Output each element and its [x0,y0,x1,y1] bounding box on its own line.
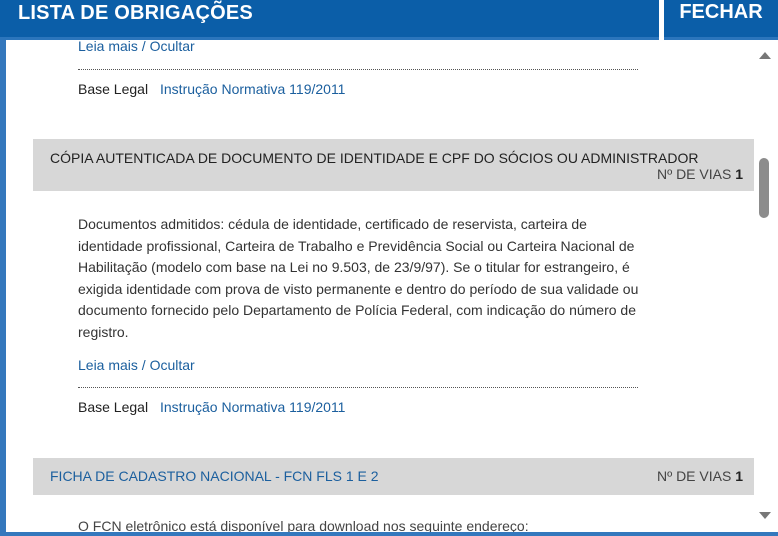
obligation-header[interactable]: FICHA DE CADASTRO NACIONAL - FCN FLS 1 E… [33,458,754,495]
title-bar: LISTA DE OBRIGAÇÕES [0,0,659,40]
base-legal-label: Base Legal [78,81,149,97]
obligation-title: CÓPIA AUTENTICADA DE DOCUMENTO DE IDENTI… [50,150,699,166]
vias-count: Nº DE VIAS 1 [656,468,743,484]
base-legal-link[interactable]: Instrução Normativa 119/2011 [160,399,345,415]
obligation-header[interactable]: CÓPIA AUTENTICADA DE DOCUMENTO DE IDENTI… [33,139,754,191]
page-title: LISTA DE OBRIGAÇÕES [18,2,253,24]
scroll-down-arrow-icon[interactable] [759,512,771,519]
scroll-thumb[interactable] [759,158,769,218]
read-more-link[interactable]: Leia mais / Ocultar [78,357,195,373]
bottom-frame [0,532,778,536]
read-more-link[interactable]: Leia mais / Ocultar [78,40,195,54]
base-legal-link[interactable]: Instrução Normativa 119/2011 [160,81,345,97]
vias-count: Nº DE VIAS 1 [656,166,743,182]
obligation-description-preview: O FCN eletrônico está disponível para do… [78,518,529,532]
divider [78,387,638,388]
obligations-list: Leia mais / Ocultar Base Legal Instrução… [6,40,754,532]
close-button[interactable]: FECHAR [664,0,778,40]
scroll-up-arrow-icon[interactable] [759,52,771,59]
base-legal-label: Base Legal [78,399,149,415]
divider [78,69,638,70]
obligation-description: Documentos admitidos: cédula de identida… [78,216,639,340]
obligation-title: FICHA DE CADASTRO NACIONAL - FCN FLS 1 E… [50,468,379,484]
scrollbar[interactable] [756,40,778,532]
